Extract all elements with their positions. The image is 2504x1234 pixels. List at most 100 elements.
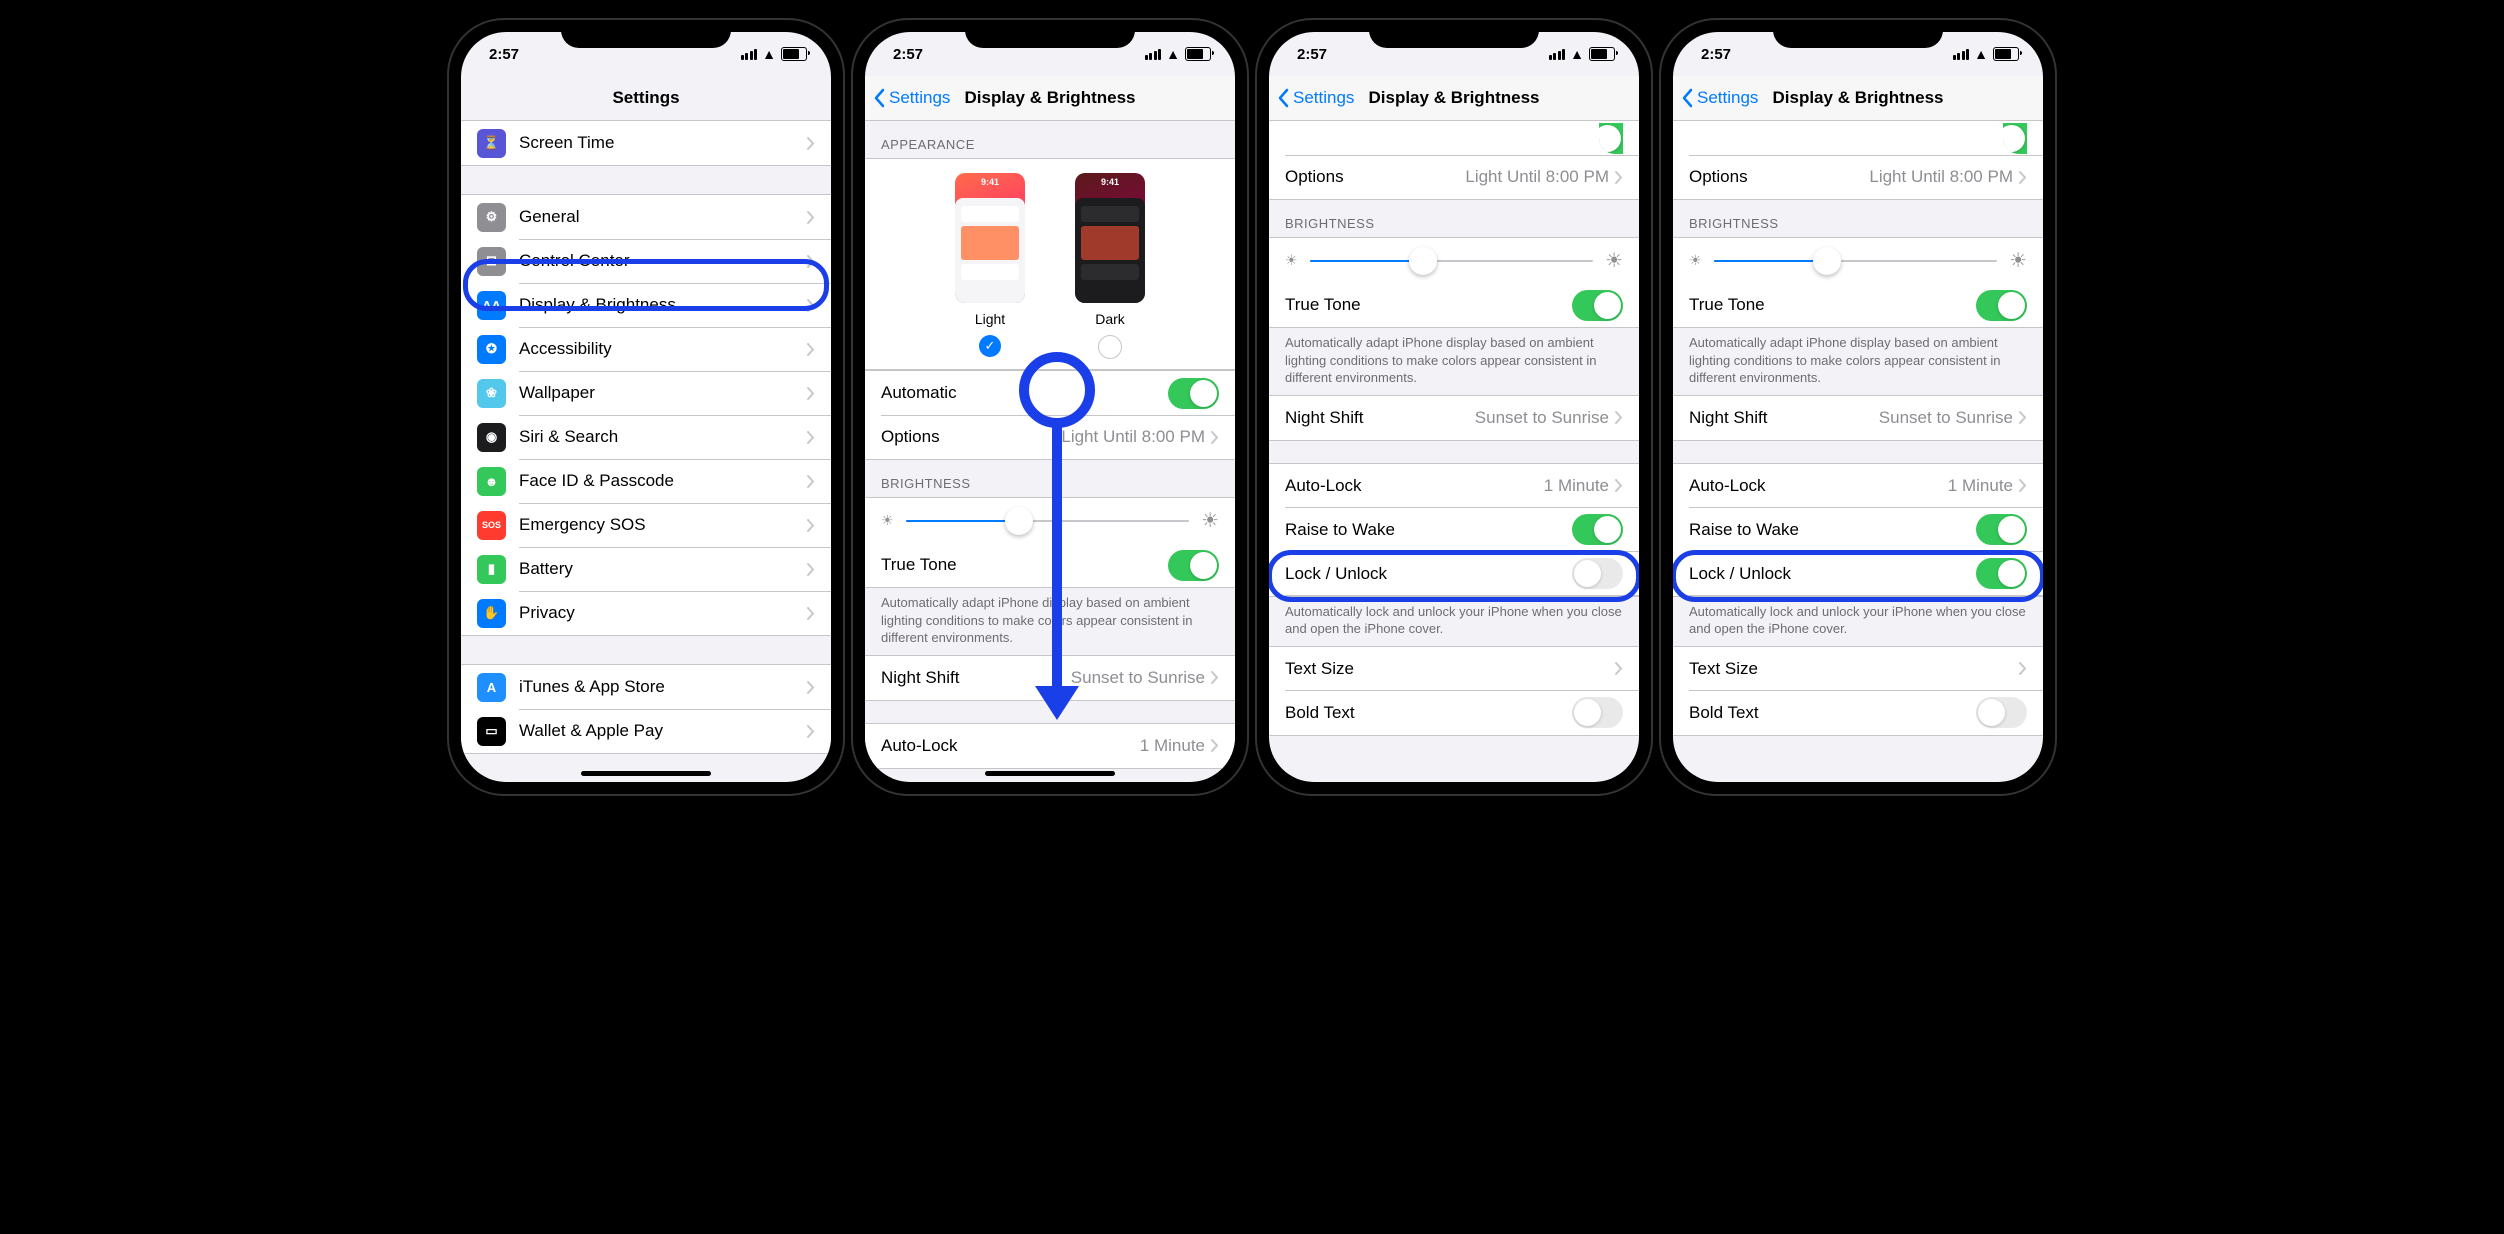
sun-low-icon: ☀ xyxy=(1689,252,1702,269)
nav-title: Display & Brightness xyxy=(965,88,1136,108)
settings-row-control-center[interactable]: ⊟Control Center xyxy=(461,239,831,283)
brightness-slider[interactable] xyxy=(1310,260,1594,262)
nightshift-row[interactable]: Night Shift Sunset to Sunrise xyxy=(1673,396,2043,440)
raisetowake-toggle[interactable] xyxy=(1976,514,2027,545)
settings-row-privacy[interactable]: ✋Privacy xyxy=(461,591,831,635)
truetone-footer: Automatically adapt iPhone display based… xyxy=(865,588,1235,655)
autolock-row[interactable]: Auto-Lock 1 Minute xyxy=(1269,464,1639,508)
appearance-header: APPEARANCE xyxy=(865,121,1235,158)
settings-icon: ⚙ xyxy=(477,203,506,232)
lockunlock-footer: Automatically lock and unlock your iPhon… xyxy=(1269,597,1639,646)
dark-radio-unchecked-icon xyxy=(1098,335,1122,359)
wifi-icon: ▲ xyxy=(762,46,776,62)
chevron-right-icon xyxy=(807,255,815,268)
nav-bar: Settings xyxy=(461,76,831,120)
automatic-toggle-partial[interactable] xyxy=(2003,123,2027,154)
chevron-right-icon xyxy=(2019,171,2027,184)
status-time: 2:57 xyxy=(1297,46,1327,63)
brightness-header: BRIGHTNESS xyxy=(865,460,1235,497)
options-row[interactable]: Options Light Until 8:00 PM xyxy=(1269,155,1639,199)
textsize-row[interactable]: Text Size xyxy=(1269,647,1639,691)
settings-icon: ▮ xyxy=(477,555,506,584)
sun-high-icon: ☀ xyxy=(2009,248,2027,273)
wifi-icon: ▲ xyxy=(1570,46,1584,62)
home-indicator[interactable] xyxy=(985,771,1115,776)
settings-row-display-brightness[interactable]: AA Display & Brightness xyxy=(461,283,831,327)
truetone-row: True Tone xyxy=(1673,283,2043,327)
settings-row-wallpaper[interactable]: ❀Wallpaper xyxy=(461,371,831,415)
brightness-header: BRIGHTNESS xyxy=(1269,200,1639,237)
battery-icon xyxy=(781,47,807,61)
settings-row-face-id-passcode[interactable]: ☻Face ID & Passcode xyxy=(461,459,831,503)
back-button[interactable]: Settings xyxy=(1681,88,1758,108)
nav-bar: Settings Display & Brightness xyxy=(1673,76,2043,121)
chevron-right-icon xyxy=(807,431,815,444)
display-content[interactable]: APPEARANCE 9:41 Light ✓ 9:41 Dark xyxy=(865,121,1235,782)
settings-row-label: Wallpaper xyxy=(519,383,807,403)
raisetowake-toggle[interactable] xyxy=(1572,514,1623,545)
appearance-dark-option[interactable]: 9:41 Dark xyxy=(1075,173,1145,359)
dark-preview: 9:41 xyxy=(1075,173,1145,303)
brightness-slider-row: ☀ ☀ xyxy=(1673,238,2043,283)
settings-icon: SOS xyxy=(477,511,506,540)
truetone-toggle[interactable] xyxy=(1572,290,1623,321)
settings-content[interactable]: ⏳Screen Time ⚙General⊟Control Center AA Dis… xyxy=(461,120,831,782)
phone-frame-1: 2:57 ▲ Settings ⏳Screen Time ⚙General⊟Con… xyxy=(449,20,843,794)
settings-row-general[interactable]: ⚙General xyxy=(461,195,831,239)
truetone-toggle[interactable] xyxy=(1976,290,2027,321)
back-button[interactable]: Settings xyxy=(1277,88,1354,108)
nightshift-row[interactable]: Night Shift Sunset to Sunrise xyxy=(865,656,1235,700)
settings-row-wallet-apple-pay[interactable]: ▭Wallet & Apple Pay xyxy=(461,709,831,753)
settings-icon: ☻ xyxy=(477,467,506,496)
automatic-toggle[interactable] xyxy=(1168,378,1219,409)
lockunlock-toggle[interactable] xyxy=(1976,558,2027,589)
nav-bar: Settings Display & Brightness xyxy=(1269,76,1639,121)
light-radio-checked-icon: ✓ xyxy=(979,335,1001,357)
settings-row-battery[interactable]: ▮Battery xyxy=(461,547,831,591)
nightshift-row[interactable]: Night Shift Sunset to Sunrise xyxy=(1269,396,1639,440)
brightness-slider[interactable] xyxy=(906,520,1190,522)
options-row[interactable]: Options Light Until 8:00 PM xyxy=(1673,155,2043,199)
wifi-icon: ▲ xyxy=(1166,46,1180,62)
sun-low-icon: ☀ xyxy=(881,512,894,529)
brightness-slider[interactable] xyxy=(1714,260,1998,262)
display-content-scrolled[interactable]: Options Light Until 8:00 PM BRIGHTNESS ☀… xyxy=(1269,121,1639,782)
autolock-row[interactable]: Auto-Lock 1 Minute xyxy=(1673,464,2043,508)
boldtext-toggle[interactable] xyxy=(1572,697,1623,728)
settings-row-label: Siri & Search xyxy=(519,427,807,447)
settings-icon: ⊟ xyxy=(477,247,506,276)
settings-icon: AA xyxy=(477,291,506,320)
lockunlock-toggle[interactable] xyxy=(1572,558,1623,589)
automatic-toggle-partial[interactable] xyxy=(1599,123,1623,154)
textsize-row[interactable]: Text Size xyxy=(1673,647,2043,691)
battery-icon xyxy=(1185,47,1211,61)
truetone-toggle[interactable] xyxy=(1168,550,1219,581)
settings-row-siri-search[interactable]: ◉Siri & Search xyxy=(461,415,831,459)
chevron-right-icon xyxy=(807,563,815,576)
autolock-row[interactable]: Auto-Lock 1 Minute xyxy=(865,724,1235,768)
nav-title: Display & Brightness xyxy=(1369,88,1540,108)
chevron-right-icon xyxy=(807,343,815,356)
chevron-right-icon xyxy=(807,607,815,620)
notch xyxy=(965,20,1135,48)
settings-row-screen-time[interactable]: ⏳Screen Time xyxy=(461,121,831,165)
automatic-partial-row xyxy=(1673,121,2043,155)
settings-row-itunes-app-store[interactable]: AiTunes & App Store xyxy=(461,665,831,709)
display-content-scrolled[interactable]: Options Light Until 8:00 PM BRIGHTNESS ☀… xyxy=(1673,121,2043,782)
settings-row-emergency-sos[interactable]: SOS Emergency SOS xyxy=(461,503,831,547)
settings-row-label: Screen Time xyxy=(519,133,807,153)
light-label: Light xyxy=(975,311,1005,327)
settings-row-label: Emergency SOS xyxy=(519,515,807,535)
notch xyxy=(1773,20,1943,48)
options-row[interactable]: Options Light Until 8:00 PM xyxy=(865,415,1235,459)
home-indicator[interactable] xyxy=(581,771,711,776)
boldtext-toggle[interactable] xyxy=(1976,697,2027,728)
settings-row-accessibility[interactable]: ✪Accessibility xyxy=(461,327,831,371)
signal-icon xyxy=(1953,49,1970,60)
status-time: 2:57 xyxy=(489,46,519,63)
appearance-light-option[interactable]: 9:41 Light ✓ xyxy=(955,173,1025,359)
settings-row-label: Display & Brightness xyxy=(519,295,807,315)
chevron-right-icon xyxy=(807,387,815,400)
back-button[interactable]: Settings xyxy=(873,88,950,108)
chevron-right-icon xyxy=(1615,662,1623,675)
